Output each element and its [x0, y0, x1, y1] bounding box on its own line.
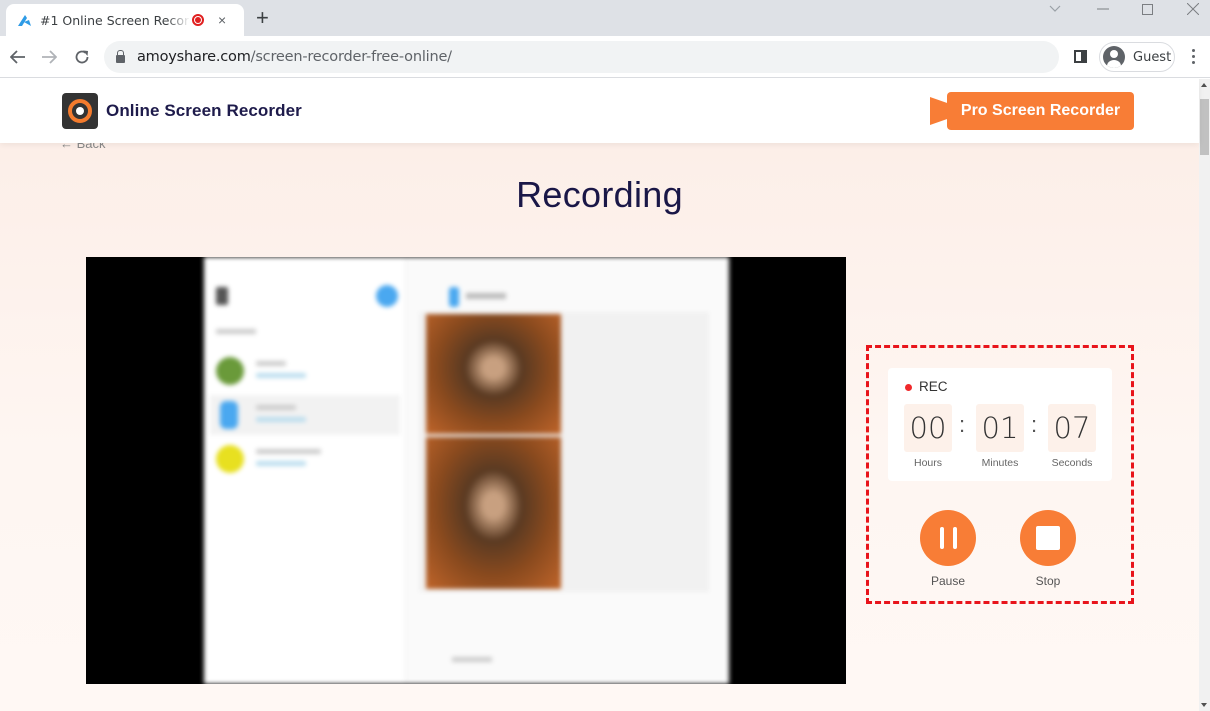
lock-icon	[116, 49, 125, 63]
pause-label: Pause	[930, 574, 966, 588]
browser-tab-bar: #1 Online Screen Recorder × +	[0, 0, 1210, 36]
address-bar[interactable]: amoyshare.com/screen-recorder-free-onlin…	[104, 41, 1059, 73]
side-panel-icon[interactable]	[1074, 50, 1087, 63]
scroll-down-arrow-icon[interactable]	[1201, 703, 1207, 707]
new-tab-button[interactable]: +	[256, 6, 269, 30]
amoyshare-favicon-icon	[18, 15, 31, 26]
stop-button[interactable]	[1020, 510, 1076, 566]
time-separator: :	[959, 412, 966, 437]
scroll-up-arrow-icon[interactable]	[1201, 83, 1207, 87]
browser-tab[interactable]: #1 Online Screen Recorder ×	[6, 4, 244, 36]
close-window-button[interactable]	[1178, 0, 1208, 18]
profile-label: Guest	[1133, 49, 1172, 65]
brand-name[interactable]: Online Screen Recorder	[106, 101, 302, 121]
minutes-value: 01	[976, 404, 1024, 452]
site-header: Online Screen Recorder Pro Screen Record…	[0, 79, 1199, 143]
browser-menu-icon[interactable]	[1190, 49, 1196, 64]
stop-icon	[1036, 526, 1060, 550]
seconds-value: 07	[1048, 404, 1096, 452]
profile-button[interactable]: Guest	[1099, 42, 1175, 72]
recording-indicator-icon	[192, 14, 204, 26]
recording-preview	[86, 257, 846, 684]
page-viewport: Online Screen Recorder Pro Screen Record…	[0, 79, 1210, 711]
pause-button[interactable]	[920, 510, 976, 566]
url-path: /screen-recorder-free-online/	[250, 49, 452, 65]
tab-close-button[interactable]: ×	[218, 12, 226, 28]
forward-arrow-icon[interactable]	[38, 44, 60, 70]
scrollbar-thumb[interactable]	[1200, 99, 1209, 155]
seconds-label: Seconds	[1051, 457, 1093, 469]
maximize-button[interactable]	[1132, 0, 1162, 18]
rec-status-label: REC	[919, 379, 948, 394]
page-title: Recording	[516, 174, 683, 215]
minutes-label: Minutes	[981, 457, 1019, 469]
time-separator: :	[1031, 412, 1038, 437]
captured-screen-image	[204, 257, 729, 684]
browser-toolbar: amoyshare.com/screen-recorder-free-onlin…	[0, 36, 1210, 78]
back-arrow-icon[interactable]	[7, 44, 29, 70]
recorder-logo-icon[interactable]	[62, 93, 98, 129]
guest-avatar-icon	[1103, 46, 1125, 68]
tab-title: #1 Online Screen Recorder	[40, 12, 190, 28]
url-text: amoyshare.com/screen-recorder-free-onlin…	[137, 49, 452, 65]
reload-icon[interactable]	[71, 44, 93, 70]
pro-screen-recorder-button[interactable]: Pro Screen Recorder	[947, 92, 1134, 130]
hours-label: Hours	[913, 457, 942, 469]
tab-search-chevron-icon[interactable]	[1040, 0, 1070, 18]
url-domain: amoyshare.com	[137, 49, 251, 65]
recorder-controls-panel: REC 00 : 01 : 07 Hours Minutes Seconds P…	[866, 345, 1134, 604]
rec-status-dot-icon	[905, 384, 912, 391]
timer-card: REC 00 : 01 : 07 Hours Minutes Seconds	[888, 368, 1112, 481]
page-scrollbar[interactable]	[1199, 79, 1210, 711]
stop-label: Stop	[1035, 574, 1061, 588]
hours-value: 00	[904, 404, 952, 452]
pause-icon	[939, 527, 957, 549]
minimize-button[interactable]	[1088, 0, 1118, 18]
